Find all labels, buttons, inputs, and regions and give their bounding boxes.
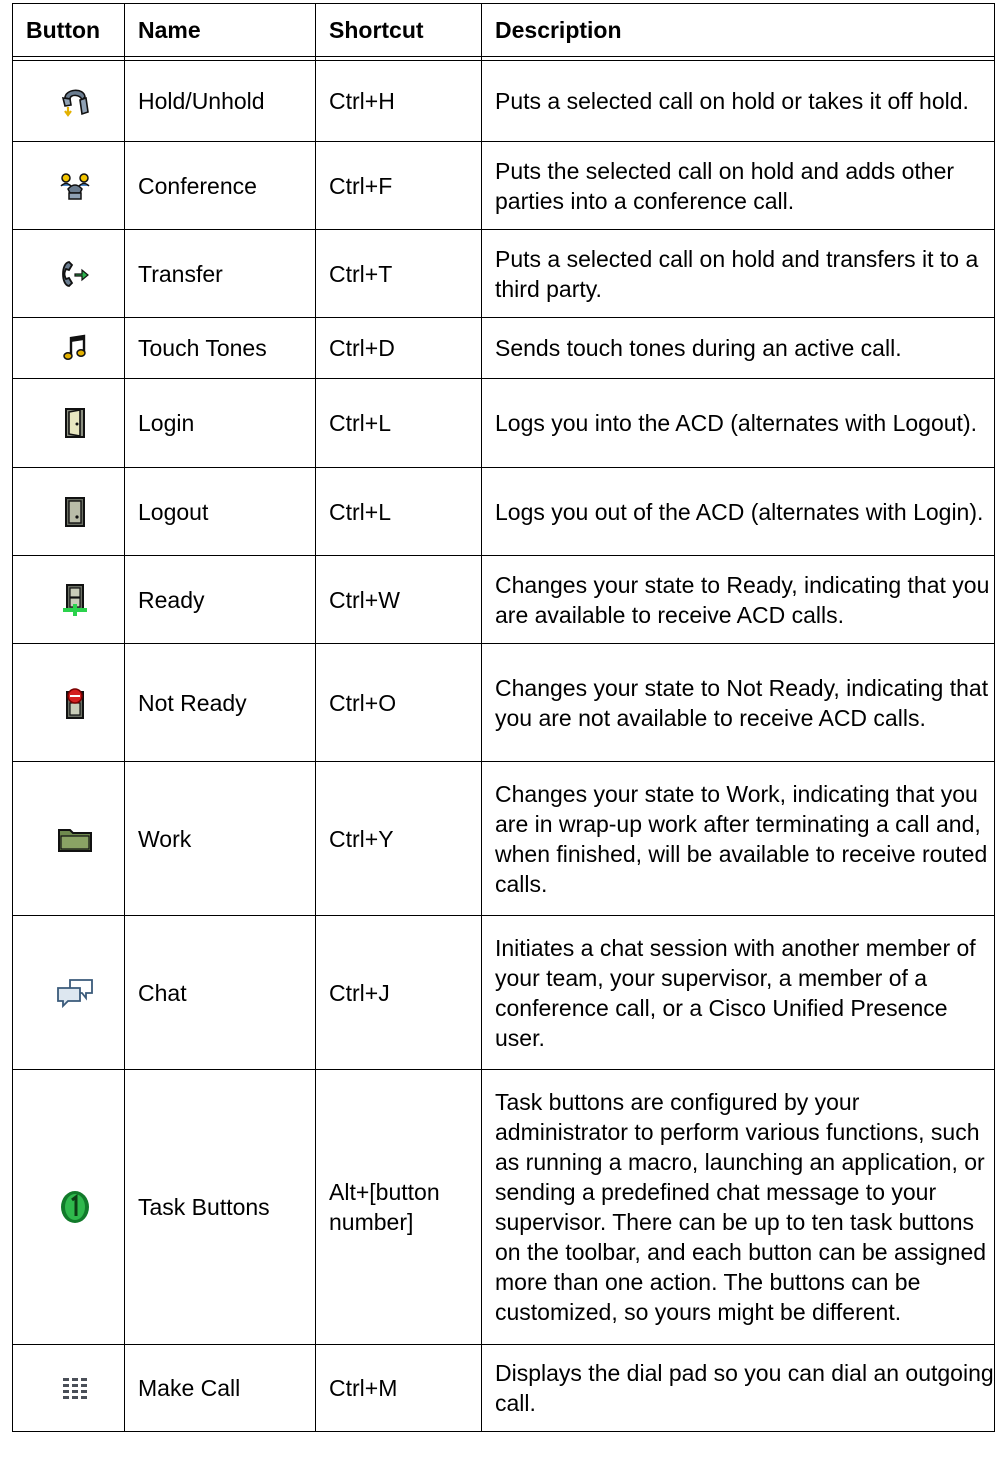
name-cell: Touch Tones <box>124 317 316 379</box>
name-cell: Chat <box>124 915 316 1070</box>
shortcut-cell: Ctrl+H <box>315 60 482 142</box>
description-cell: Displays the dial pad so you can dial an… <box>481 1344 995 1432</box>
header-name: Name <box>124 3 316 57</box>
hold-unhold-icon <box>61 89 89 117</box>
conference-icon <box>60 172 90 200</box>
task-button-icon <box>61 1191 89 1223</box>
work-icon <box>58 828 92 852</box>
table-row: Ready Ctrl+W Changes your state to Ready… <box>12 555 995 644</box>
button-cell <box>12 1069 125 1345</box>
name-cell: Login <box>124 378 316 468</box>
button-cell <box>12 317 125 379</box>
toolbar-buttons-table: Button Name Shortcut Description Hold/Un… <box>12 3 995 1432</box>
description-cell: Changes your state to Work, indicating t… <box>481 761 995 916</box>
table-row: Logout Ctrl+L Logs you out of the ACD (a… <box>12 467 995 556</box>
login-icon <box>65 408 85 438</box>
transfer-icon <box>62 260 89 287</box>
table-row: Not Ready Ctrl+O Changes your state to N… <box>12 643 995 762</box>
make-call-icon <box>63 1378 87 1399</box>
description-cell: Logs you out of the ACD (alternates with… <box>481 467 995 556</box>
shortcut-cell: Ctrl+L <box>315 378 482 468</box>
description-cell: Changes your state to Not Ready, indicat… <box>481 643 995 762</box>
name-cell: Not Ready <box>124 643 316 762</box>
ready-icon <box>63 583 87 616</box>
description-cell: Logs you into the ACD (alternates with L… <box>481 378 995 468</box>
header-shortcut: Shortcut <box>315 3 482 57</box>
name-cell: Task Buttons <box>124 1069 316 1345</box>
shortcut-cell: Ctrl+M <box>315 1344 482 1432</box>
description-cell: Puts the selected call on hold and adds … <box>481 141 995 230</box>
shortcut-cell: Ctrl+D <box>315 317 482 379</box>
description-cell: Sends touch tones during an active call. <box>481 317 995 379</box>
shortcut-cell: Alt+[button number] <box>315 1069 482 1345</box>
shortcut-cell: Ctrl+T <box>315 229 482 318</box>
name-cell: Hold/Unhold <box>124 60 316 142</box>
description-cell: Task buttons are configured by your admi… <box>481 1069 995 1345</box>
table-row: Work Ctrl+Y Changes your state to Work, … <box>12 761 995 916</box>
shortcut-cell: Ctrl+F <box>315 141 482 230</box>
shortcut-cell: Ctrl+W <box>315 555 482 644</box>
logout-icon <box>65 496 85 527</box>
name-cell: Conference <box>124 141 316 230</box>
shortcut-cell: Ctrl+Y <box>315 761 482 916</box>
button-cell <box>12 467 125 556</box>
shortcut-cell: Ctrl+L <box>315 467 482 556</box>
description-cell: Changes your state to Ready, indicating … <box>481 555 995 644</box>
table-row: Login Ctrl+L Logs you into the ACD (alte… <box>12 378 995 468</box>
button-cell <box>12 141 125 230</box>
button-cell <box>12 1344 125 1432</box>
name-cell: Make Call <box>124 1344 316 1432</box>
name-cell: Transfer <box>124 229 316 318</box>
table-row: Transfer Ctrl+T Puts a selected call on … <box>12 229 995 318</box>
shortcut-cell: Ctrl+O <box>315 643 482 762</box>
description-cell: Puts a selected call on hold and transfe… <box>481 229 995 318</box>
table-row: Make Call Ctrl+M Displays the dial pad s… <box>12 1344 995 1432</box>
touch-tones-icon <box>63 334 86 360</box>
button-cell <box>12 555 125 644</box>
button-cell <box>12 761 125 916</box>
not-ready-icon <box>66 687 84 719</box>
header-row: Button Name Shortcut Description <box>12 3 995 57</box>
table-row: Touch Tones Ctrl+D Sends touch tones dur… <box>12 317 995 379</box>
button-cell <box>12 915 125 1070</box>
table-row: Conference Ctrl+F Puts the selected call… <box>12 141 995 230</box>
name-cell: Ready <box>124 555 316 644</box>
header-description: Description <box>481 3 995 57</box>
shortcut-cell: Ctrl+J <box>315 915 482 1070</box>
header-button: Button <box>12 3 125 57</box>
button-cell <box>12 60 125 142</box>
table-row: Hold/Unhold Ctrl+H Puts a selected call … <box>12 60 995 142</box>
description-cell: Initiates a chat session with another me… <box>481 915 995 1070</box>
table-row: Chat Ctrl+J Initiates a chat session wit… <box>12 915 995 1070</box>
button-cell <box>12 229 125 318</box>
description-cell: Puts a selected call on hold or takes it… <box>481 60 995 142</box>
name-cell: Logout <box>124 467 316 556</box>
button-cell <box>12 378 125 468</box>
button-cell <box>12 643 125 762</box>
table-row: Task Buttons Alt+[button number] Task bu… <box>12 1069 995 1345</box>
chat-icon <box>57 978 93 1008</box>
name-cell: Work <box>124 761 316 916</box>
